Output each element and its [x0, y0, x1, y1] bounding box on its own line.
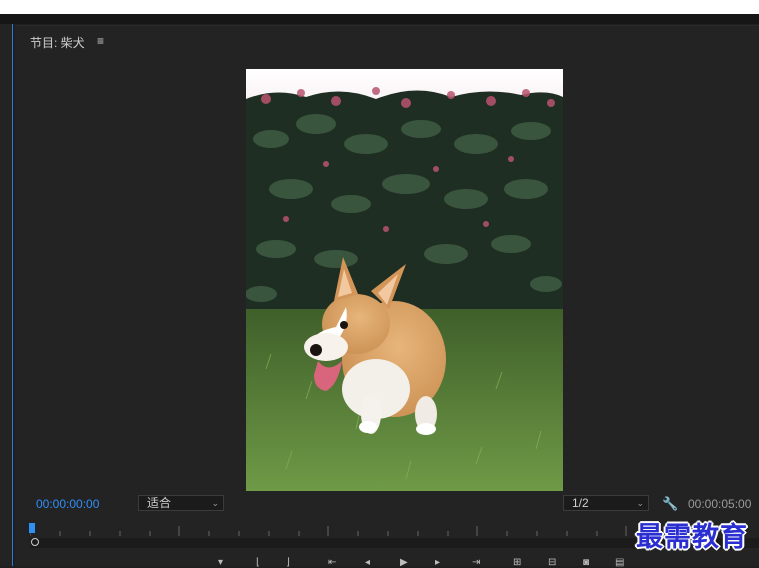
panel-title[interactable]: 节目: 柴犬 [30, 34, 85, 51]
export-frame-icon[interactable]: ◙ [583, 558, 593, 568]
step-back-icon[interactable]: ◂ [365, 558, 375, 568]
resolution-dropdown[interactable]: 1/2 ⌄ [563, 495, 649, 511]
current-timecode[interactable]: 00:00:00:00 [36, 497, 99, 511]
chevron-down-icon: ⌄ [211, 498, 219, 508]
panel-header-strip [0, 14, 759, 24]
program-viewer[interactable] [246, 69, 563, 491]
insert-icon[interactable]: ⊞ [513, 558, 523, 568]
in-point-icon[interactable]: ⌊ [256, 558, 266, 568]
adjacent-panel-edge [0, 24, 13, 566]
out-point-icon[interactable]: ⌋ [286, 558, 296, 568]
go-to-out-icon[interactable]: ⇥ [472, 558, 482, 568]
transport-controls: ▾ ⌊ ⌋ ⇤ ◂ ▶ ▸ ⇥ ⊞ ⊟ ◙ ▤ [210, 556, 640, 568]
step-forward-icon[interactable]: ▸ [435, 558, 445, 568]
fit-dropdown-value: 适合 [147, 496, 172, 510]
watermark-logo: 最需教育 [636, 522, 748, 553]
chevron-down-icon: ⌄ [636, 498, 644, 508]
play-icon[interactable]: ▶ [400, 558, 410, 568]
hamburger-icon[interactable]: ≡ [97, 34, 104, 48]
wrench-icon[interactable]: 🔧 [662, 496, 678, 512]
overwrite-icon[interactable]: ⊟ [548, 558, 558, 568]
go-to-in-icon[interactable]: ⇤ [328, 558, 338, 568]
resolution-dropdown-value: 1/2 [572, 496, 589, 510]
zoom-handle[interactable] [31, 538, 39, 546]
playhead[interactable] [29, 523, 35, 533]
button-editor-icon[interactable]: ▤ [615, 558, 625, 568]
window-top-bar [0, 0, 759, 14]
fit-dropdown[interactable]: 适合 ⌄ [138, 495, 224, 511]
corgi-photo [246, 69, 563, 491]
panel-divider [15, 25, 759, 26]
marker-icon[interactable]: ▾ [218, 558, 228, 568]
total-duration-timecode: 00:00:05:00 [688, 497, 752, 511]
